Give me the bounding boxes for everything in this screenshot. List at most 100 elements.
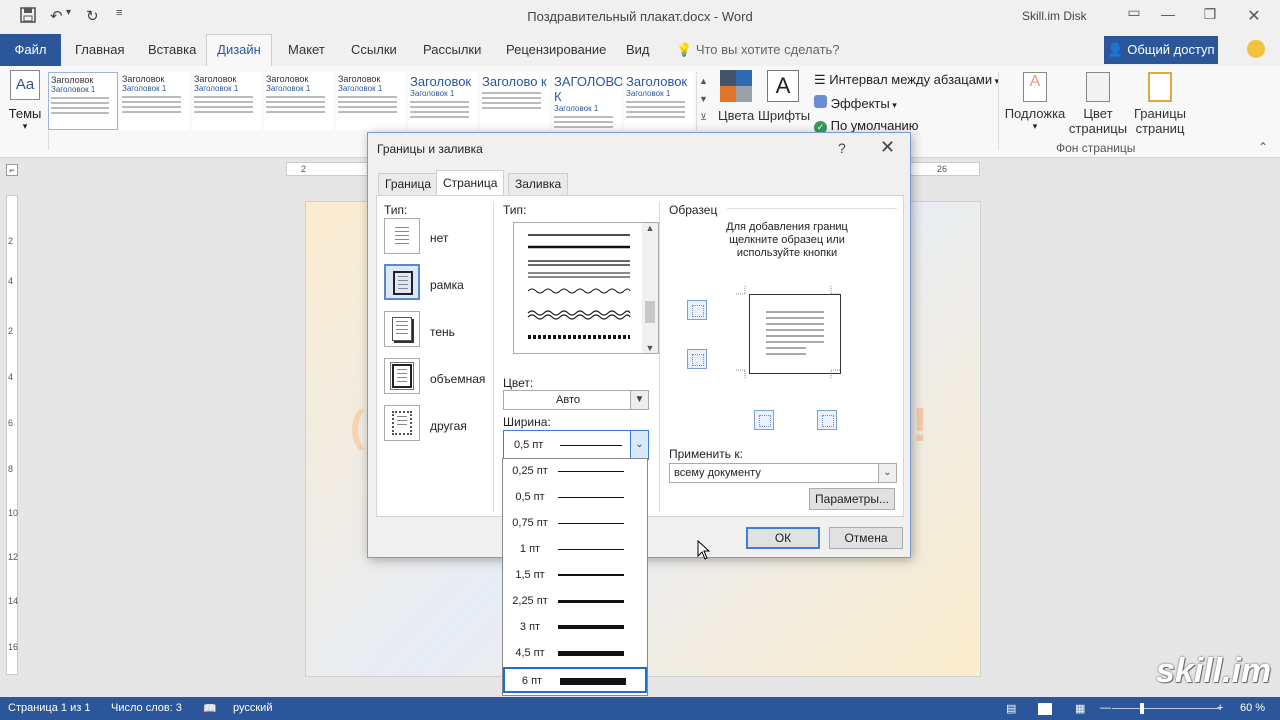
left-border-icon[interactable] [754,410,774,430]
effects-button[interactable]: Эффекты ▾ [814,95,897,111]
chevron-down-icon[interactable]: ⌄ [630,431,648,459]
width-option[interactable]: 0,5 пт [503,485,647,511]
width-option-line [558,600,624,603]
setting-custom-option[interactable] [384,405,420,441]
separator [493,202,494,512]
collapse-ribbon-icon[interactable]: ⌃ [1258,140,1268,154]
zoom-out-icon[interactable]: — [1100,702,1111,714]
style-set-thumbnail[interactable]: Заголовок Заголовок 1 [624,72,694,130]
tab-layout[interactable]: Макет [288,42,325,57]
minimize-icon[interactable]: — [1158,6,1178,26]
feedback-smiley-icon[interactable] [1247,40,1265,58]
width-option[interactable]: 2,25 пт [503,589,647,615]
width-option[interactable]: 6 пт [503,667,647,693]
setting-none-option[interactable] [384,218,420,254]
setting-3d-option[interactable] [384,358,420,394]
tab-insert[interactable]: Вставка [148,42,196,57]
page-color-button[interactable]: Цвет страницы [1066,72,1130,136]
page-borders-button[interactable]: Границы страниц [1130,72,1190,136]
style-set-subheading: Заголовок 1 [626,89,671,98]
ruler-toggle-icon[interactable]: ⌐ [6,164,18,176]
style-set-thumbnail[interactable]: Заголовок Заголовок 1 [336,72,406,130]
setting-box-option[interactable] [384,264,420,300]
share-button[interactable]: 👤 Общий доступ [1104,36,1218,64]
word-count[interactable]: Число слов: 3 [111,702,182,714]
bottom-border-icon[interactable] [687,349,707,369]
tab-mailings[interactable]: Рассылки [423,42,481,57]
style-set-text-line [410,106,470,108]
width-option[interactable]: 0,75 пт [503,511,647,537]
setting-none-label: нет [430,231,449,245]
cancel-button[interactable]: Отмена [829,527,903,549]
watermark-button[interactable]: A Подложка ▾ [1004,72,1066,132]
top-border-icon[interactable] [687,300,707,320]
page-count[interactable]: Страница 1 из 1 [8,702,90,714]
border-preview[interactable] [749,294,841,374]
fonts-button[interactable]: A Шрифты [758,70,810,123]
tab-design[interactable]: Дизайн [206,34,272,67]
width-option[interactable]: 3 пт [503,615,647,641]
close-icon[interactable]: ✕ [880,137,895,158]
page-color-icon [1086,72,1110,102]
style-set-thumbnail[interactable]: Заголово к [480,72,550,130]
vertical-ruler[interactable]: 2 4 2 4 6 8 10 12 14 16 [6,195,18,675]
right-border-icon[interactable] [817,410,837,430]
chevron-down-icon[interactable]: ⌄ [878,464,896,482]
tab-shading[interactable]: Заливка [508,173,569,195]
read-mode-icon[interactable]: ▤ [1006,702,1016,715]
page-borders-icon [1148,72,1172,102]
dialog-title: Границы и заливка [377,142,483,156]
ribbon-display-icon[interactable]: ▭ [1124,4,1144,24]
print-layout-icon[interactable] [1038,703,1052,715]
scroll-up-icon[interactable]: ▲ [642,223,658,233]
style-set-thumbnail[interactable]: Заголовок Заголовок 1 [408,72,478,130]
help-icon[interactable]: ? [838,140,846,156]
shadow-preview-icon [392,317,412,341]
tab-file[interactable]: Файл [0,34,61,66]
proofing-icon[interactable]: 📖 [203,702,217,715]
ok-button[interactable]: ОК [746,527,820,549]
tab-review[interactable]: Рецензирование [506,42,606,57]
style-set-text-line [626,106,686,108]
tab-references[interactable]: Ссылки [351,42,397,57]
style-set-thumbnail[interactable]: Заголовок Заголовок 1 [192,72,262,130]
chevron-down-icon[interactable]: ▼ [630,391,648,409]
width-option[interactable]: 0,25 пт [503,459,647,485]
width-option[interactable]: 1,5 пт [503,563,647,589]
style-set-thumbnail[interactable]: Заголовок Заголовок 1 [48,72,118,130]
color-dropdown[interactable]: Авто ▼ [503,390,649,410]
style-set-thumbnail[interactable]: Заголовок Заголовок 1 [120,72,190,130]
web-layout-icon[interactable]: ▦ [1075,702,1085,715]
colors-button[interactable]: Цвета [718,70,754,123]
width-dropdown[interactable]: 0,5 пт ⌄ [503,430,649,460]
close-window-icon[interactable]: ✕ [1244,6,1264,26]
apply-to-dropdown[interactable]: всему документу ⌄ [669,463,897,483]
setting-shadow-option[interactable] [384,311,420,347]
zoom-slider[interactable] [1112,708,1220,709]
zoom-in-icon[interactable]: + [1217,702,1223,714]
scroll-thumb[interactable] [645,301,655,323]
gallery-scroll[interactable]: ▲ ▼ ⊻ [696,72,710,130]
style-set-thumbnail[interactable]: ЗАГОЛОВО К Заголовок 1 [552,72,622,130]
tab-view[interactable]: Вид [626,42,650,57]
spacing-button[interactable]: ☰ Интервал между абзацами ▾ [814,72,999,88]
style-set-thumbnail[interactable]: Заголовок Заголовок 1 [264,72,334,130]
tab-page-border[interactable]: Страница [436,170,505,196]
cloud-account[interactable]: Skill.im Disk [1022,9,1087,23]
zoom-slider-thumb[interactable] [1140,703,1144,714]
tab-home[interactable]: Главная [75,42,124,57]
tab-borders[interactable]: Граница [378,173,439,195]
options-button[interactable]: Параметры... [809,488,895,510]
width-option[interactable]: 1 пт [503,537,647,563]
scroll-down-icon[interactable]: ▼ [642,343,658,353]
width-options-list[interactable]: 0,25 пт 0,5 пт 0,75 пт 1 пт 1,5 пт 2,25 пт 3 п… [502,458,648,696]
themes-button[interactable]: Aa Темы ▾ [6,70,44,132]
restore-icon[interactable]: ❐ [1200,6,1220,26]
width-option[interactable]: 4,5 пт [503,641,647,667]
ruler-number: 2 [8,326,14,336]
line-style-list[interactable]: ▲ ▼ [513,222,659,354]
tell-me-search[interactable]: 💡 Что вы хотите сделать? [676,42,840,58]
style-list-scrollbar[interactable]: ▲ ▼ [642,223,658,353]
language[interactable]: русский [233,702,272,714]
zoom-level[interactable]: 60 % [1240,702,1265,714]
